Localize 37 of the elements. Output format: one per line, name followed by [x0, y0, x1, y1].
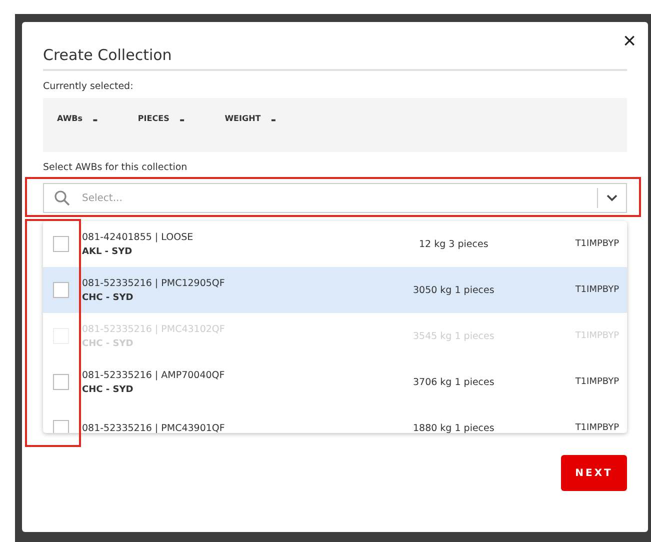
option-row[interactable]: 081-42401855 | LOOSE AKL - SYD 12 kg 3 pieces T1IMPBYP [43, 221, 627, 267]
awb-text: 081-52335216 | PMC43901QF [82, 422, 226, 433]
code-text: T1IMPBYP [575, 285, 619, 295]
awb-text: 081-52335216 | AMP70040QF [82, 370, 226, 380]
search-icon [54, 190, 70, 206]
amount-text: 1880 kg 1 pieces [412, 422, 496, 433]
select-field[interactable]: Select... [43, 183, 627, 213]
option-row[interactable]: 081-52335216 | AMP70040QF CHC - SYD 3706 kg 1 pieces T1IMPBYP [43, 359, 627, 405]
stat-label: AWBs [57, 114, 83, 123]
awb-text: 081-42401855 | LOOSE [82, 232, 194, 242]
awb-text: 081-52335216 | PMC12905QF [82, 278, 226, 288]
stat-value: - [270, 113, 276, 128]
stat-label: WEIGHT [224, 114, 261, 123]
close-button[interactable]: × [619, 30, 640, 52]
code-text: T1IMPBYP [575, 423, 619, 433]
checkbox[interactable] [53, 420, 69, 433]
checkbox[interactable] [53, 282, 69, 298]
chevron-down-icon [606, 194, 618, 202]
checkbox[interactable] [53, 374, 69, 390]
route-text: CHC - SYD [82, 384, 134, 394]
amount-text: 3706 kg 1 pieces [412, 376, 496, 388]
code-text: T1IMPBYP [575, 377, 619, 387]
stat-value: - [92, 113, 98, 128]
code-text: T1IMPBYP [575, 239, 619, 249]
option-row[interactable]: 081-52335216 | PMC43901QF 1880 kg 1 pieces T1IMPBYP [43, 405, 627, 433]
amount-text: 3050 kg 1 pieces [412, 284, 496, 296]
option-row[interactable]: 081-52335216 | PMC12905QF CHC - SYD 3050 kg 1 pieces T1IMPBYP [43, 267, 627, 313]
select-label: Select AWBs for this collection [43, 162, 188, 173]
dialog-title: Create Collection [43, 46, 173, 66]
next-button[interactable]: NEXT [561, 455, 627, 491]
stat-label: PIECES [138, 114, 170, 123]
checkbox[interactable] [53, 236, 69, 252]
route-text: CHC - SYD [82, 292, 134, 302]
summary-label: Currently selected: [43, 81, 134, 92]
amount-text: 12 kg 3 pieces [418, 238, 490, 250]
stat-value: - [179, 113, 185, 128]
route-text: AKL - SYD [82, 246, 134, 256]
